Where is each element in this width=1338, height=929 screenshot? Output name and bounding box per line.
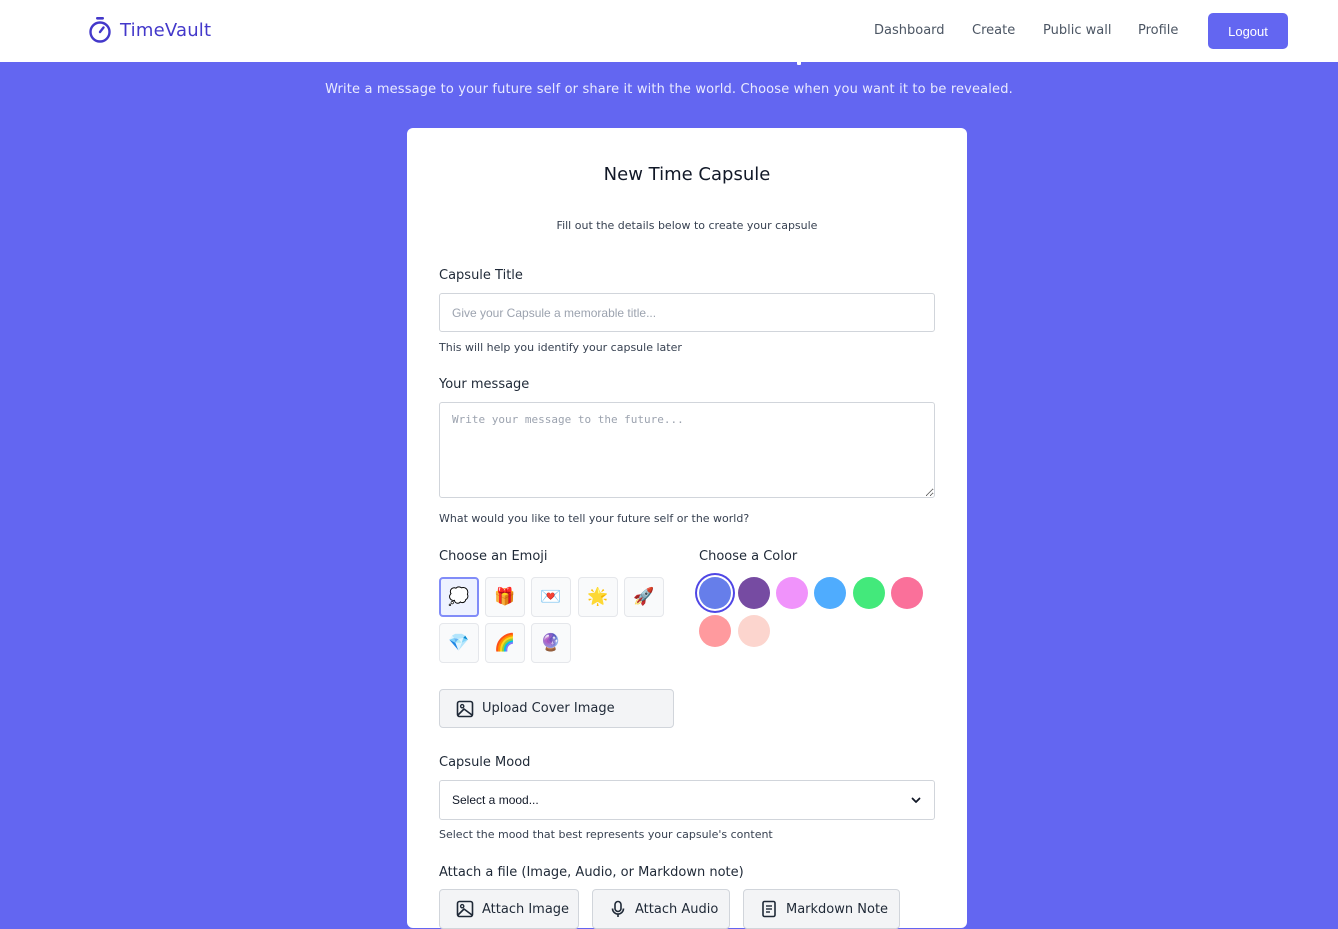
color-swatch[interactable] — [814, 577, 846, 609]
color-swatch[interactable] — [738, 615, 770, 647]
markdown-note-label: Markdown Note — [786, 901, 889, 917]
capsule-title-label: Capsule Title — [439, 268, 523, 283]
chevron-down-icon — [910, 794, 922, 806]
brand-name: TimeVault — [120, 19, 212, 41]
nav-link-create[interactable]: Create — [972, 23, 1015, 38]
color-swatch[interactable] — [891, 577, 923, 609]
markdown-note-button[interactable]: Markdown Note — [743, 889, 900, 929]
navbar: TimeVault Dashboard Create Public wall P… — [0, 0, 1338, 62]
emoji-option-rainbow[interactable]: 🌈 — [485, 623, 525, 663]
emoji-option-gift[interactable]: 🎁 — [485, 577, 525, 617]
nav-link-profile[interactable]: Profile — [1138, 23, 1178, 38]
attach-audio-button[interactable]: Attach Audio — [592, 889, 730, 929]
image-icon — [456, 900, 474, 918]
attach-label: Attach a file (Image, Audio, or Markdown… — [439, 865, 744, 880]
upload-cover-image-label: Upload Cover Image — [482, 701, 615, 716]
emoji-label: Choose an Emoji — [439, 549, 548, 564]
color-swatch[interactable] — [738, 577, 770, 609]
nav-link-dashboard[interactable]: Dashboard — [874, 23, 945, 38]
logout-button[interactable]: Logout — [1208, 13, 1288, 49]
color-swatch[interactable] — [776, 577, 808, 609]
card-subtitle: Fill out the details below to create you… — [556, 219, 818, 232]
emoji-option-crystal-ball[interactable]: 🔮 — [531, 623, 571, 663]
brand-logo[interactable]: TimeVault — [88, 16, 211, 44]
attach-audio-label: Attach Audio — [635, 901, 719, 917]
color-swatch[interactable] — [699, 577, 731, 609]
color-swatch[interactable] — [853, 577, 885, 609]
emoji-option-gem[interactable]: 💎 — [439, 623, 479, 663]
nav-link-public-wall[interactable]: Public wall — [1043, 23, 1111, 38]
card-title: New Time Capsule — [603, 164, 771, 185]
mood-select-value: Select a mood... — [452, 793, 539, 807]
attach-image-label: Attach Image — [482, 901, 570, 917]
create-capsule-card: New Time Capsule Fill out the details be… — [407, 128, 967, 929]
mood-help: Select the mood that best represents you… — [439, 828, 773, 841]
message-help: What would you like to tell your future … — [439, 512, 750, 525]
mood-select[interactable]: Select a mood... — [439, 780, 935, 820]
capsule-title-help: This will help you identify your capsule… — [439, 341, 682, 354]
note-icon — [760, 900, 778, 918]
capsule-title-input[interactable] — [439, 293, 935, 332]
message-label: Your message — [439, 377, 530, 392]
message-textarea[interactable] — [439, 402, 935, 498]
mood-label: Capsule Mood — [439, 755, 531, 770]
image-icon — [456, 700, 474, 718]
emoji-option-love-letter[interactable]: 💌 — [531, 577, 571, 617]
upload-cover-image-button[interactable]: Upload Cover Image — [439, 689, 674, 728]
microphone-icon — [609, 900, 627, 918]
stopwatch-icon — [88, 16, 112, 44]
emoji-option-thought-bubble[interactable]: 💭 — [439, 577, 479, 617]
attach-image-button[interactable]: Attach Image — [439, 889, 579, 929]
color-label: Choose a Color — [699, 549, 798, 564]
hero-subtitle: Write a message to your future self or s… — [325, 82, 1013, 97]
emoji-option-star[interactable]: 🌟 — [578, 577, 618, 617]
emoji-option-rocket[interactable]: 🚀 — [624, 577, 664, 617]
color-swatch[interactable] — [699, 615, 731, 647]
